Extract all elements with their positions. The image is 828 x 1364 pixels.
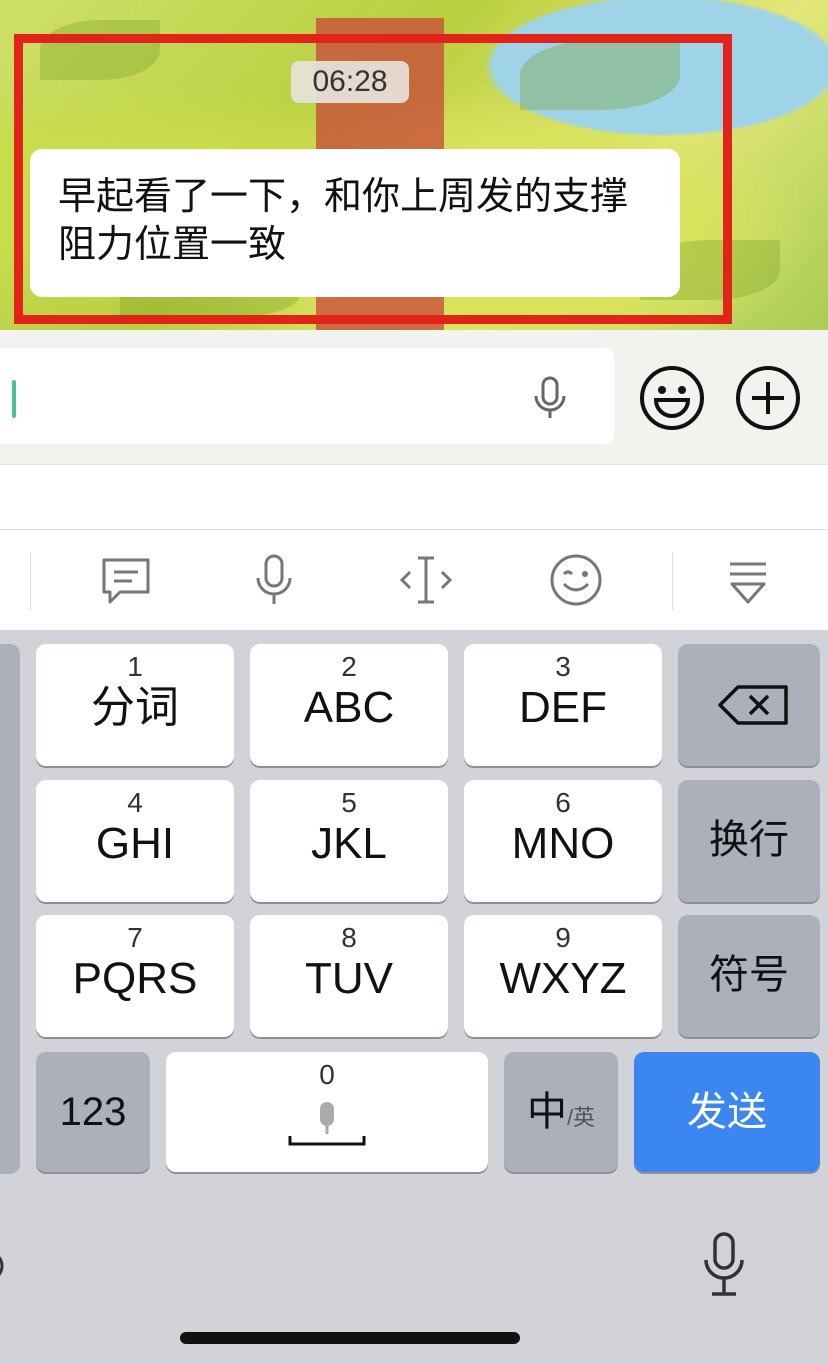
language-switch-key[interactable]: 中/英	[504, 1052, 618, 1172]
key-label: PQRS	[72, 954, 198, 1003]
space-key[interactable]: 0	[166, 1052, 488, 1172]
home-indicator	[180, 1332, 520, 1344]
key-number: 9	[555, 922, 571, 953]
key-label: 分词	[91, 683, 179, 732]
key-number: 8	[341, 922, 357, 953]
keyboard-toolbar	[0, 530, 828, 630]
key-6[interactable]: 6 MNO	[464, 780, 662, 902]
send-label: 发送	[687, 1090, 767, 1134]
cursor-move-icon[interactable]	[396, 550, 456, 610]
emoji-button[interactable]	[638, 364, 706, 432]
key-label: 符号	[709, 953, 789, 997]
key-number: 3	[555, 651, 571, 682]
key-label: WXYZ	[499, 954, 627, 1003]
emoji-wink-icon[interactable]	[546, 550, 606, 610]
key-number: 6	[555, 787, 571, 818]
key-number: 5	[341, 787, 357, 818]
backspace-icon	[718, 685, 788, 725]
key-number: 2	[341, 651, 357, 682]
input-bar	[0, 330, 828, 464]
message-input[interactable]	[0, 348, 614, 444]
microphone-icon[interactable]	[244, 550, 304, 610]
key-label: GHI	[95, 819, 175, 868]
numbers-key[interactable]: 123	[36, 1052, 150, 1172]
lang-main-label: 中	[526, 1090, 567, 1134]
symbols-key[interactable]: 符号	[678, 915, 820, 1037]
key-1[interactable]: 1 分词	[36, 644, 234, 766]
key-8[interactable]: 8 TUV	[250, 915, 448, 1037]
key-label: JKL	[311, 819, 387, 868]
key-label: DEF	[519, 683, 607, 732]
key-label: 换行	[709, 818, 789, 862]
key-number: 4	[127, 787, 143, 818]
key-3[interactable]: 3 DEF	[464, 644, 662, 766]
collapse-keyboard-icon[interactable]	[718, 550, 778, 610]
text-caret	[12, 380, 16, 418]
key-label: TUV	[305, 954, 393, 1003]
key-label: MNO	[511, 819, 615, 868]
chat-bubble-icon[interactable]	[96, 550, 156, 610]
key-number: 1	[127, 651, 143, 682]
lang-sub-label: /英	[566, 1105, 596, 1130]
key-7[interactable]: 7 PQRS	[36, 915, 234, 1037]
newline-key[interactable]: 换行	[678, 780, 820, 902]
key-5[interactable]: 5 JKL	[250, 780, 448, 902]
key-9[interactable]: 9 WXYZ	[464, 915, 662, 1037]
send-button[interactable]: 发送	[634, 1052, 820, 1172]
voice-input-icon[interactable]	[526, 374, 574, 422]
message-timestamp: 06:28	[291, 61, 409, 103]
plus-button[interactable]	[734, 364, 802, 432]
message-bubble[interactable]: 早起看了一下，和你上周发的支撑阻力位置一致	[30, 149, 680, 297]
globe-icon[interactable]	[0, 1246, 8, 1286]
dictation-mic-icon[interactable]	[700, 1230, 748, 1302]
key-2[interactable]: 2 ABC	[250, 644, 448, 766]
backspace-key[interactable]	[678, 644, 820, 766]
key-number: 0	[319, 1059, 335, 1090]
candidate-strip	[0, 464, 828, 530]
key-label: ABC	[303, 683, 395, 732]
space-mic-icon	[288, 1102, 366, 1146]
key-number: 7	[127, 922, 143, 953]
keyboard-left-strip[interactable]	[0, 644, 20, 1174]
key-label: 123	[59, 1090, 127, 1134]
key-4[interactable]: 4 GHI	[36, 780, 234, 902]
